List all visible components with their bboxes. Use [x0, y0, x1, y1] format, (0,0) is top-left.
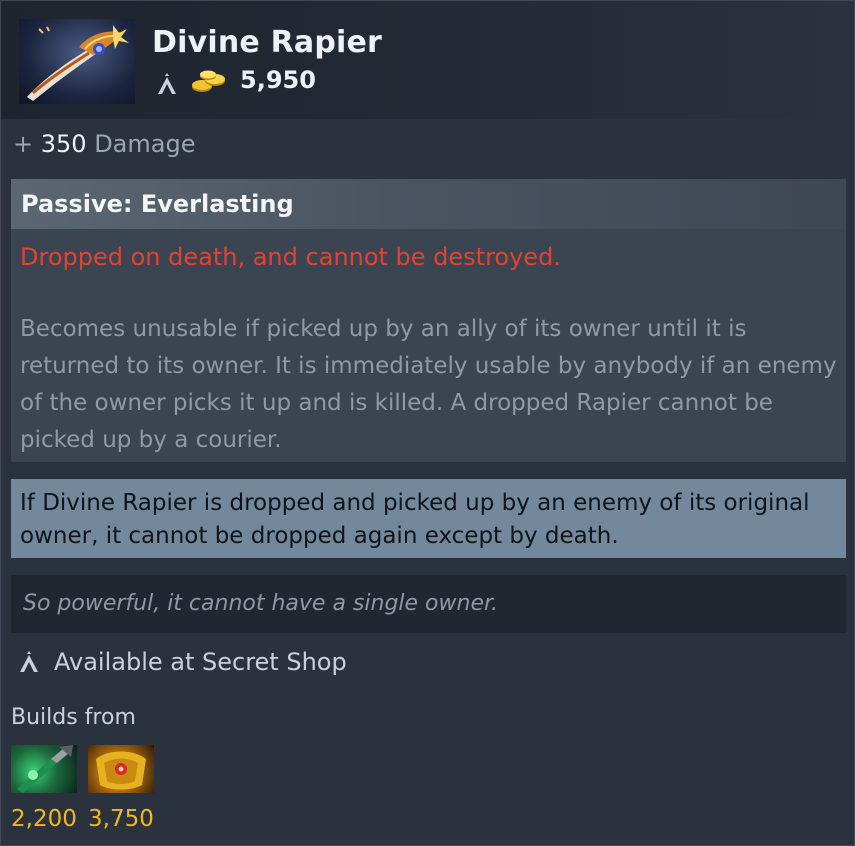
- damage-stat: + 350 Damage: [13, 130, 195, 158]
- item-cost: 5,950: [240, 66, 316, 94]
- availability: Available at Secret Shop: [18, 647, 347, 677]
- ability-panel: Passive: Everlasting Dropped on death, a…: [11, 179, 846, 462]
- stat-label: Damage: [94, 130, 196, 158]
- stat-plus: +: [13, 130, 34, 158]
- secret-shop-icon: [20, 651, 38, 672]
- ability-description: Becomes unusable if picked up by an ally…: [20, 316, 837, 453]
- ability-title: Passive: Everlasting: [21, 190, 294, 218]
- divine-rapier-icon: [19, 19, 135, 104]
- gold-coins-icon: [192, 70, 225, 92]
- ability-warning: Dropped on death, and cannot be destroye…: [20, 243, 561, 271]
- ability-header: Passive: Everlasting: [11, 179, 846, 229]
- item-name: Divine Rapier: [152, 25, 383, 60]
- stat-value: 350: [40, 130, 87, 158]
- note-text: If Divine Rapier is dropped and picked u…: [20, 490, 810, 549]
- component-cost: 2,200: [11, 806, 77, 832]
- lore-text: So powerful, it cannot have a single own…: [23, 591, 498, 616]
- secret-shop-icon: [158, 73, 176, 94]
- component-gold-item-icon[interactable]: [88, 745, 154, 793]
- notes-panel: If Divine Rapier is dropped and picked u…: [11, 479, 846, 558]
- component-cost: 3,750: [88, 806, 154, 832]
- lore-panel: So powerful, it cannot have a single own…: [11, 575, 846, 633]
- builds-from-label: Builds from: [11, 705, 136, 730]
- item-header: Divine Rapier 5,950: [1, 1, 854, 119]
- component-green-item-icon[interactable]: [11, 745, 77, 793]
- availability-text: Available at Secret Shop: [54, 648, 347, 676]
